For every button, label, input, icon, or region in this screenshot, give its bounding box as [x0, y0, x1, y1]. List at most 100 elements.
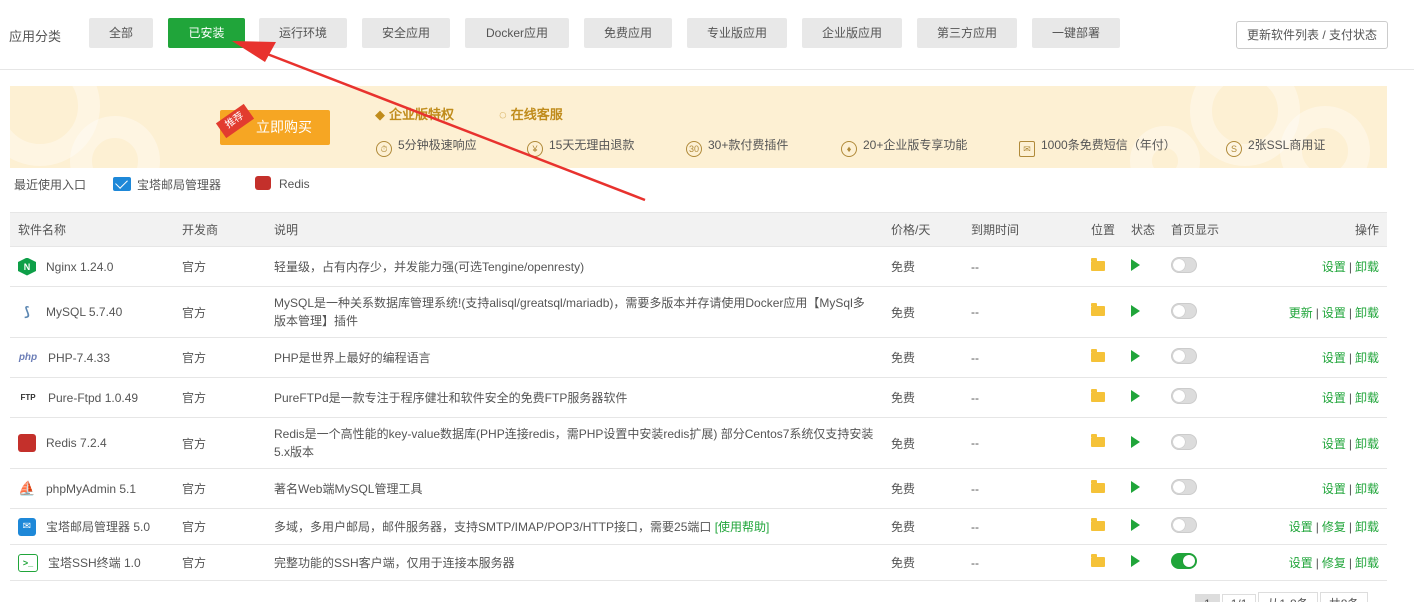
redis-icon: [18, 434, 36, 452]
software-name: 宝塔邮局管理器 5.0: [46, 520, 151, 534]
description: PureFTPd是一款专注于程序健壮和软件安全的免费FTP服务器软件: [266, 377, 883, 418]
update-link[interactable]: 更新: [1289, 306, 1313, 320]
recent-mail-manager[interactable]: 宝塔邮局管理器: [113, 176, 221, 193]
settings-link[interactable]: 设置: [1322, 482, 1346, 496]
play-icon[interactable]: [1131, 555, 1140, 567]
play-icon[interactable]: [1131, 350, 1140, 362]
home-toggle[interactable]: [1171, 479, 1197, 495]
home-toggle[interactable]: [1171, 257, 1197, 273]
plugin-icon: 30: [686, 141, 702, 157]
home-toggle[interactable]: [1171, 433, 1197, 450]
home-toggle[interactable]: [1171, 348, 1197, 364]
play-icon[interactable]: [1131, 435, 1140, 448]
help-link[interactable]: [使用帮助]: [715, 520, 770, 534]
folder-icon[interactable]: [1091, 257, 1105, 271]
folder-icon[interactable]: [1091, 388, 1105, 402]
page-range: 从1-8条: [1258, 592, 1318, 602]
uninstall-link[interactable]: 卸载: [1355, 260, 1379, 274]
play-icon[interactable]: [1131, 390, 1140, 402]
ssl-icon: S: [1226, 141, 1242, 157]
header-ops: 操作: [1253, 212, 1387, 247]
folder-icon[interactable]: [1091, 553, 1105, 567]
category-security-button[interactable]: 安全应用: [362, 18, 450, 48]
price: 免费: [883, 468, 963, 509]
php-icon: php: [18, 348, 38, 367]
play-icon[interactable]: [1131, 259, 1140, 271]
uninstall-link[interactable]: 卸载: [1355, 520, 1379, 534]
developer: 官方: [174, 377, 266, 418]
category-pro-button[interactable]: 专业版应用: [687, 18, 787, 48]
category-label: 应用分类: [9, 29, 62, 44]
page-current[interactable]: 1: [1195, 594, 1220, 602]
repair-link[interactable]: 修复: [1322, 556, 1346, 570]
header-name[interactable]: 软件名称: [10, 212, 174, 247]
developer: 官方: [174, 417, 266, 469]
enterprise-privilege-title[interactable]: ◆ 企业版特权: [375, 104, 454, 123]
home-toggle[interactable]: [1171, 517, 1197, 533]
uninstall-link[interactable]: 卸载: [1355, 306, 1379, 320]
category-all-button[interactable]: 全部: [89, 18, 153, 48]
play-icon[interactable]: [1131, 519, 1140, 531]
nginx-icon: N: [18, 257, 36, 276]
table-row: >_ 宝塔SSH终端 1.0 官方 完整功能的SSH客户端，仅用于连接本服务器 免…: [10, 544, 1387, 581]
uninstall-link[interactable]: 卸载: [1355, 556, 1379, 570]
row-operations: 设置 | 卸载: [1253, 377, 1387, 418]
expire-time: --: [963, 286, 1083, 338]
developer: 官方: [174, 544, 266, 581]
settings-link[interactable]: 设置: [1322, 391, 1346, 405]
header-price: 价格/天: [883, 212, 963, 247]
clock-icon: ⏱: [376, 141, 392, 157]
home-toggle[interactable]: [1171, 388, 1197, 404]
category-docker-button[interactable]: Docker应用: [465, 18, 569, 48]
category-thirdparty-button[interactable]: 第三方应用: [917, 18, 1017, 48]
table-row: php PHP-7.4.33 官方 PHP是世界上最好的编程语言 免费 -- 设置…: [10, 337, 1387, 378]
refund-icon: ¥: [527, 141, 543, 157]
expire-time: --: [963, 508, 1083, 545]
settings-link[interactable]: 设置: [1322, 437, 1346, 451]
feature-ssl: S 2张SSL商用证: [1226, 136, 1325, 157]
header-dev: 开发商: [174, 212, 266, 247]
folder-icon[interactable]: [1091, 348, 1105, 362]
settings-link[interactable]: 设置: [1322, 306, 1346, 320]
uninstall-link[interactable]: 卸载: [1355, 351, 1379, 365]
dolphin-icon: ⟆: [18, 303, 36, 321]
developer: 官方: [174, 468, 266, 509]
category-enterprise-button[interactable]: 企业版应用: [802, 18, 902, 48]
uninstall-link[interactable]: 卸载: [1355, 437, 1379, 451]
category-oneclick-button[interactable]: 一键部署: [1032, 18, 1120, 48]
uninstall-link[interactable]: 卸载: [1355, 391, 1379, 405]
folder-icon[interactable]: [1091, 479, 1105, 493]
terminal-icon: >_: [18, 553, 38, 572]
play-icon[interactable]: [1131, 304, 1140, 317]
settings-link[interactable]: 设置: [1322, 260, 1346, 274]
folder-icon[interactable]: [1091, 517, 1105, 531]
folder-icon[interactable]: [1091, 303, 1105, 316]
mail-icon: [113, 177, 131, 191]
home-toggle[interactable]: [1171, 553, 1197, 569]
table-row: FTP Pure-Ftpd 1.0.49 官方 PureFTPd是一款专注于程序健…: [10, 377, 1387, 418]
repair-link[interactable]: 修复: [1322, 520, 1346, 534]
settings-link[interactable]: 设置: [1289, 520, 1313, 534]
table-row: ⟆ MySQL 5.7.40 官方 MySQL是一种关系数据库管理系统!(支持al…: [10, 286, 1387, 338]
folder-icon[interactable]: [1091, 434, 1105, 447]
category-free-button[interactable]: 免费应用: [584, 18, 672, 48]
table-row: N Nginx 1.24.0 官方 轻量级，占有内存少，并发能力强(可选Tengi…: [10, 246, 1387, 287]
uninstall-link[interactable]: 卸载: [1355, 482, 1379, 496]
refresh-list-button[interactable]: 更新软件列表 / 支付状态: [1235, 21, 1388, 49]
category-runtime-button[interactable]: 运行环境: [259, 18, 347, 48]
settings-link[interactable]: 设置: [1322, 351, 1346, 365]
ftp-icon: FTP: [18, 388, 38, 407]
recent-redis[interactable]: Redis: [255, 176, 310, 191]
settings-link[interactable]: 设置: [1289, 556, 1313, 570]
crown-icon: ♦: [841, 141, 857, 157]
developer: 官方: [174, 337, 266, 378]
play-icon[interactable]: [1131, 481, 1140, 493]
expire-time: --: [963, 377, 1083, 418]
mail-icon: ✉: [18, 517, 36, 536]
online-service-link[interactable]: ◌ 在线客服: [499, 104, 563, 123]
category-installed-button[interactable]: 已安装: [168, 18, 245, 48]
developer: 官方: [174, 286, 266, 338]
row-operations: 设置 | 修复 | 卸载: [1253, 508, 1387, 545]
home-toggle[interactable]: [1171, 302, 1197, 319]
pagination: 11/1从1-8条共8条: [1195, 592, 1370, 602]
